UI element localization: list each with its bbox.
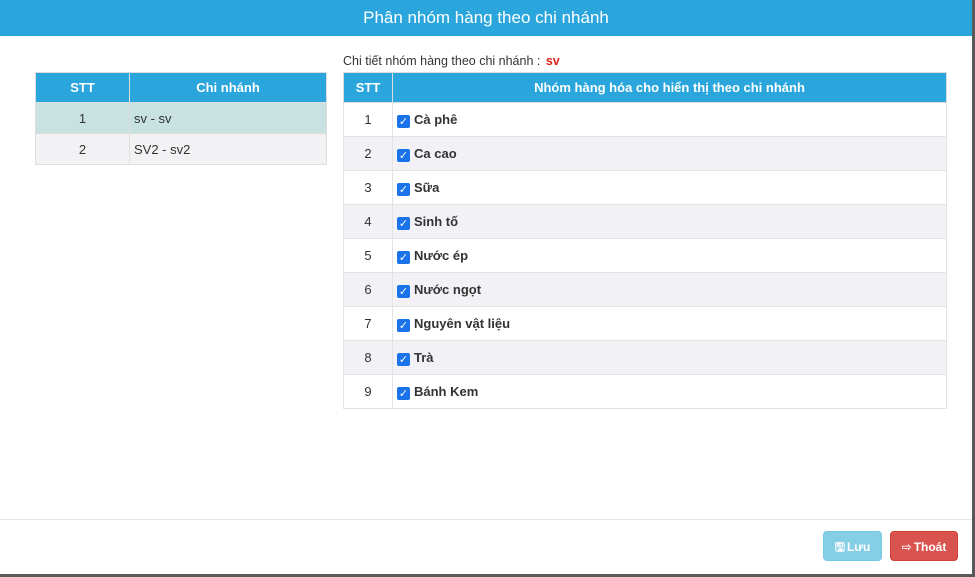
group-stt-header: STT: [343, 72, 393, 103]
modal-title: Phân nhóm hàng theo chi nhánh: [0, 0, 972, 36]
save-button-label: Lưu: [846, 540, 871, 554]
group-cell: ✓ Nước ngọt: [392, 272, 947, 307]
branch-stt: 1: [35, 102, 130, 134]
group-row: 1 ✓ Cà phê: [343, 102, 947, 137]
group-stt: 8: [343, 340, 393, 375]
group-stt: 1: [343, 102, 393, 137]
group-stt: 5: [343, 238, 393, 273]
checkbox-checked-icon[interactable]: ✓: [397, 352, 410, 366]
group-row: 5 ✓ Nước ép: [343, 238, 947, 273]
checkbox-checked-icon[interactable]: ✓: [397, 216, 410, 230]
branch-group-modal: Phân nhóm hàng theo chi nhánh STT Chi nh…: [0, 0, 972, 574]
group-cell: ✓ Cà phê: [392, 102, 947, 137]
exit-button-label: Thoát: [913, 540, 947, 554]
branch-stt-header: STT: [35, 72, 130, 103]
group-cell: ✓ Trà: [392, 340, 947, 375]
group-cell: ✓ Sữa: [392, 170, 947, 205]
group-name: Bánh Kem: [414, 383, 479, 399]
group-name: Nước ép: [414, 247, 469, 263]
checkbox-checked-icon[interactable]: ✓: [397, 318, 410, 332]
group-row: 9 ✓ Bánh Kem: [343, 374, 947, 409]
group-name: Nước ngọt: [414, 281, 482, 297]
group-stt: 9: [343, 374, 393, 409]
checkbox-checked-icon[interactable]: ✓: [397, 182, 410, 196]
group-row: 6 ✓ Nước ngọt: [343, 272, 947, 307]
group-stt: 3: [343, 170, 393, 205]
branch-name[interactable]: sv - sv: [129, 102, 327, 134]
group-row: 7 ✓ Nguyên vật liệu: [343, 306, 947, 341]
selected-branch-code: sv: [545, 54, 560, 68]
group-row: 4 ✓ Sinh tố: [343, 204, 947, 239]
group-row: 2 ✓ Ca cao: [343, 136, 947, 171]
checkbox-checked-icon[interactable]: ✓: [397, 114, 410, 128]
group-cell: ✓ Bánh Kem: [392, 374, 947, 409]
group-name-header: Nhóm hàng hóa cho hiển thị theo chi nhán…: [392, 72, 947, 103]
group-name: Sinh tố: [414, 213, 459, 229]
sign-out-icon: ⇨: [901, 540, 912, 554]
group-stt: 7: [343, 306, 393, 341]
group-table-header: STT Nhóm hàng hóa cho hiển thị theo chi …: [343, 72, 947, 103]
detail-caption: Chi tiết nhóm hàng theo chi nhánh : sv: [343, 54, 560, 68]
group-cell: ✓ Sinh tố: [392, 204, 947, 239]
branch-table-header: STT Chi nhánh: [35, 72, 327, 103]
group-row: 8 ✓ Trà: [343, 340, 947, 375]
checkbox-checked-icon[interactable]: ✓: [397, 386, 410, 400]
group-name: Ca cao: [414, 145, 457, 161]
group-name: Trà: [414, 349, 434, 365]
branch-row[interactable]: 2 SV2 - sv2: [35, 133, 327, 165]
checkbox-checked-icon[interactable]: ✓: [397, 148, 410, 162]
group-name: Cà phê: [414, 111, 458, 127]
footer-divider: [0, 519, 972, 520]
branch-stt: 2: [35, 133, 130, 165]
group-row: 3 ✓ Sữa: [343, 170, 947, 205]
branch-table: STT Chi nhánh 1 sv - sv 2 SV2 - sv2: [35, 72, 327, 165]
branch-name[interactable]: SV2 - sv2: [129, 133, 327, 165]
group-cell: ✓ Nguyên vật liệu: [392, 306, 947, 341]
group-name: Sữa: [414, 179, 440, 195]
group-stt: 2: [343, 136, 393, 171]
group-stt: 4: [343, 204, 393, 239]
group-cell: ✓ Ca cao: [392, 136, 947, 171]
group-name: Nguyên vật liệu: [414, 315, 511, 331]
detail-label-text: Chi tiết nhóm hàng theo chi nhánh :: [343, 54, 541, 68]
exit-button[interactable]: ⇨ Thoát: [890, 531, 958, 561]
branch-name-header: Chi nhánh: [129, 72, 327, 103]
group-stt: 6: [343, 272, 393, 307]
group-cell: ✓ Nước ép: [392, 238, 947, 273]
product-group-table: STT Nhóm hàng hóa cho hiển thị theo chi …: [343, 72, 947, 409]
checkbox-checked-icon[interactable]: ✓: [397, 250, 410, 264]
branch-row[interactable]: 1 sv - sv: [35, 102, 327, 134]
checkbox-checked-icon[interactable]: ✓: [397, 284, 410, 298]
floppy-disk-icon: 🖫: [834, 540, 845, 554]
save-button[interactable]: 🖫 Lưu: [823, 531, 882, 561]
